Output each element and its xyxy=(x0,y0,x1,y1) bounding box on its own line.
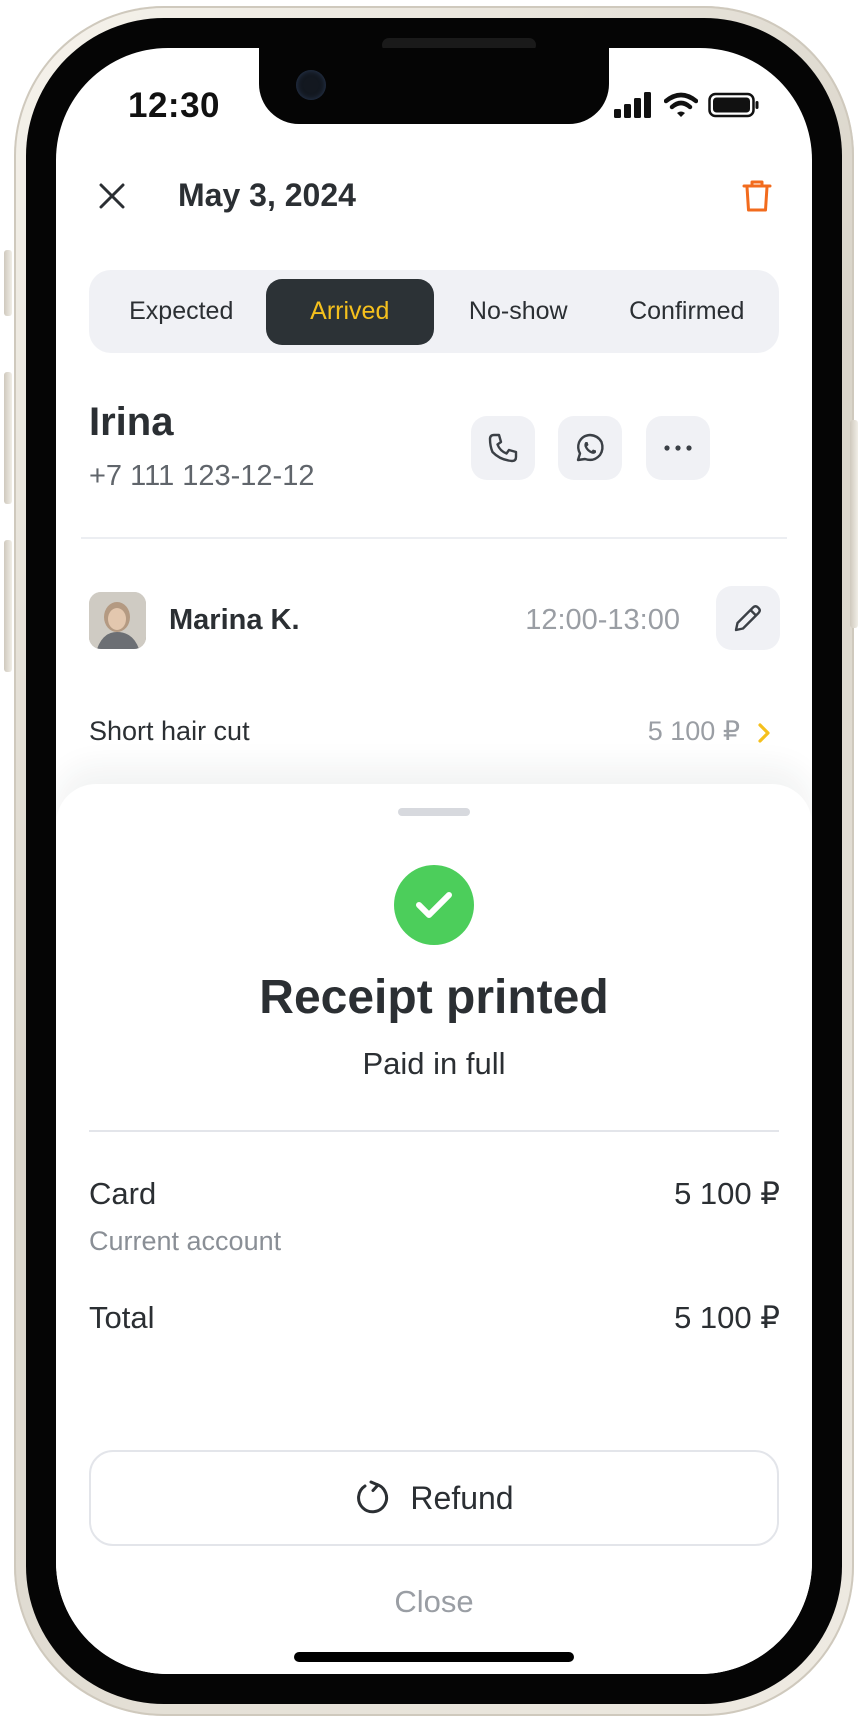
cellular-signal-icon xyxy=(614,92,651,118)
whatsapp-icon xyxy=(576,433,604,462)
service-details-chevron[interactable] xyxy=(752,718,776,748)
page-title: May 3, 2024 xyxy=(178,177,356,213)
phone-power-button xyxy=(850,420,858,628)
more-dots-icon xyxy=(664,445,692,451)
divider xyxy=(81,537,787,539)
phone-side-button xyxy=(4,250,12,316)
pencil-icon xyxy=(734,605,761,632)
refund-button[interactable]: Refund xyxy=(89,1450,779,1546)
total-amount: 5 100 ₽ xyxy=(674,1300,780,1335)
total-label: Total xyxy=(89,1300,155,1335)
appointment-time: 12:00-13:00 xyxy=(525,604,680,636)
client-name: Irina xyxy=(89,400,174,444)
checkmark-icon xyxy=(416,892,452,918)
staff-avatar xyxy=(89,592,146,649)
sheet-subtitle: Paid in full xyxy=(362,1046,506,1081)
home-indicator[interactable] xyxy=(294,1652,574,1662)
tab-arrived[interactable]: Arrived xyxy=(265,278,434,345)
payment-method: Card xyxy=(89,1176,157,1211)
battery-icon xyxy=(708,92,759,118)
status-tabs: Expected Arrived No-show Confirmed xyxy=(89,270,779,353)
service-name: Short hair cut xyxy=(89,716,250,746)
client-phone: +7 111 123-12-12 xyxy=(89,460,315,492)
chevron-right-icon xyxy=(758,723,770,743)
avatar-photo xyxy=(89,592,146,649)
payment-amount: 5 100 ₽ xyxy=(674,1176,780,1211)
phone-icon xyxy=(488,433,518,463)
tab-expected[interactable]: Expected xyxy=(97,279,266,345)
receipt-bottom-sheet: Receipt printed Paid in full Card 5 100 … xyxy=(56,784,812,1674)
close-sheet-button[interactable]: Close xyxy=(334,1570,534,1634)
sheet-title: Receipt printed xyxy=(259,971,609,1024)
payment-account: Current account xyxy=(89,1226,282,1256)
notch xyxy=(259,48,609,124)
call-button[interactable] xyxy=(471,416,535,480)
divider xyxy=(89,1130,779,1132)
edit-appointment-button[interactable] xyxy=(716,586,780,650)
tab-confirmed[interactable]: Confirmed xyxy=(603,279,772,345)
close-button[interactable] xyxy=(90,174,134,218)
whatsapp-button[interactable] xyxy=(558,416,622,480)
phone-volume-down-button xyxy=(4,540,12,672)
status-time: 12:30 xyxy=(128,86,221,125)
screen: 12:30 May 3, 2024 Expected Arrived No-sh… xyxy=(56,48,812,1674)
refund-icon xyxy=(357,1480,389,1514)
service-price: 5 100 ₽ xyxy=(647,716,740,746)
sheet-grabber[interactable] xyxy=(398,808,470,816)
refund-button-label: Refund xyxy=(410,1479,514,1516)
front-camera xyxy=(296,70,326,100)
status-icons xyxy=(614,92,760,118)
tab-no-show[interactable]: No-show xyxy=(434,279,603,345)
success-check-icon xyxy=(394,865,474,945)
close-icon xyxy=(99,183,125,209)
phone-volume-up-button xyxy=(4,372,12,504)
more-button[interactable] xyxy=(646,416,710,480)
delete-button[interactable] xyxy=(734,173,780,219)
wifi-icon xyxy=(664,92,698,117)
staff-name: Marina K. xyxy=(169,604,300,636)
trash-icon xyxy=(742,180,772,212)
